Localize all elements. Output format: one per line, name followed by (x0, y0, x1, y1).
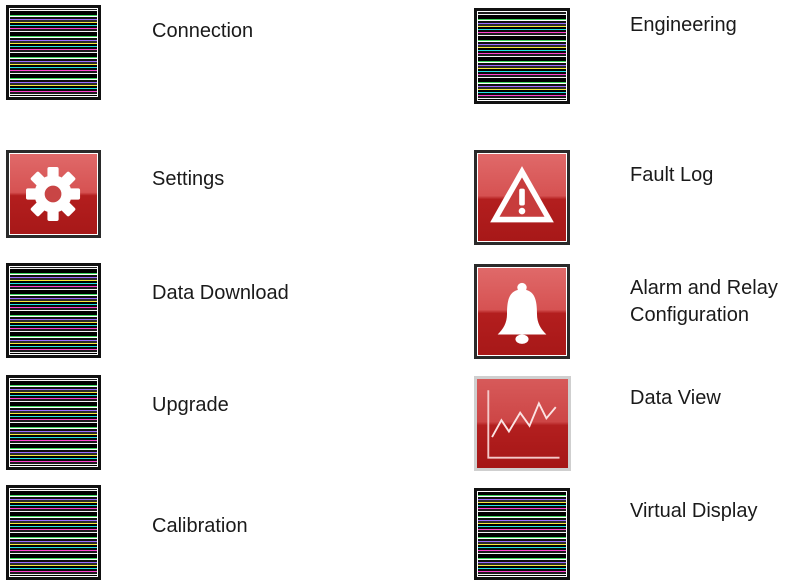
line-chart-icon[interactable] (474, 376, 571, 471)
menu-item-label: Fault Log (630, 164, 714, 186)
bell-icon[interactable] (474, 264, 570, 359)
virtual-display-icon[interactable] (474, 488, 570, 580)
menu-item-label: Virtual Display (630, 500, 758, 522)
menu-item-label-line2: Configuration (630, 304, 749, 326)
warning-triangle-icon[interactable] (474, 150, 570, 245)
menu-item-label: Data Download (152, 282, 289, 304)
gear-icon[interactable] (6, 150, 101, 238)
connection-icon[interactable] (6, 5, 101, 100)
menu-item-label: Data View (630, 387, 721, 409)
calibration-icon[interactable] (6, 485, 101, 580)
upgrade-icon[interactable] (6, 375, 101, 470)
menu-item-label: Engineering (630, 14, 737, 36)
menu-item-label: Settings (152, 168, 225, 190)
menu-item-label: Upgrade (152, 394, 229, 416)
engineering-icon[interactable] (474, 8, 570, 104)
menu-item-label: Connection (152, 20, 254, 42)
menu-item-label-line1: Alarm and Relay (630, 277, 778, 299)
data-download-icon[interactable] (6, 263, 101, 358)
menu-item-label: Calibration (152, 515, 248, 537)
